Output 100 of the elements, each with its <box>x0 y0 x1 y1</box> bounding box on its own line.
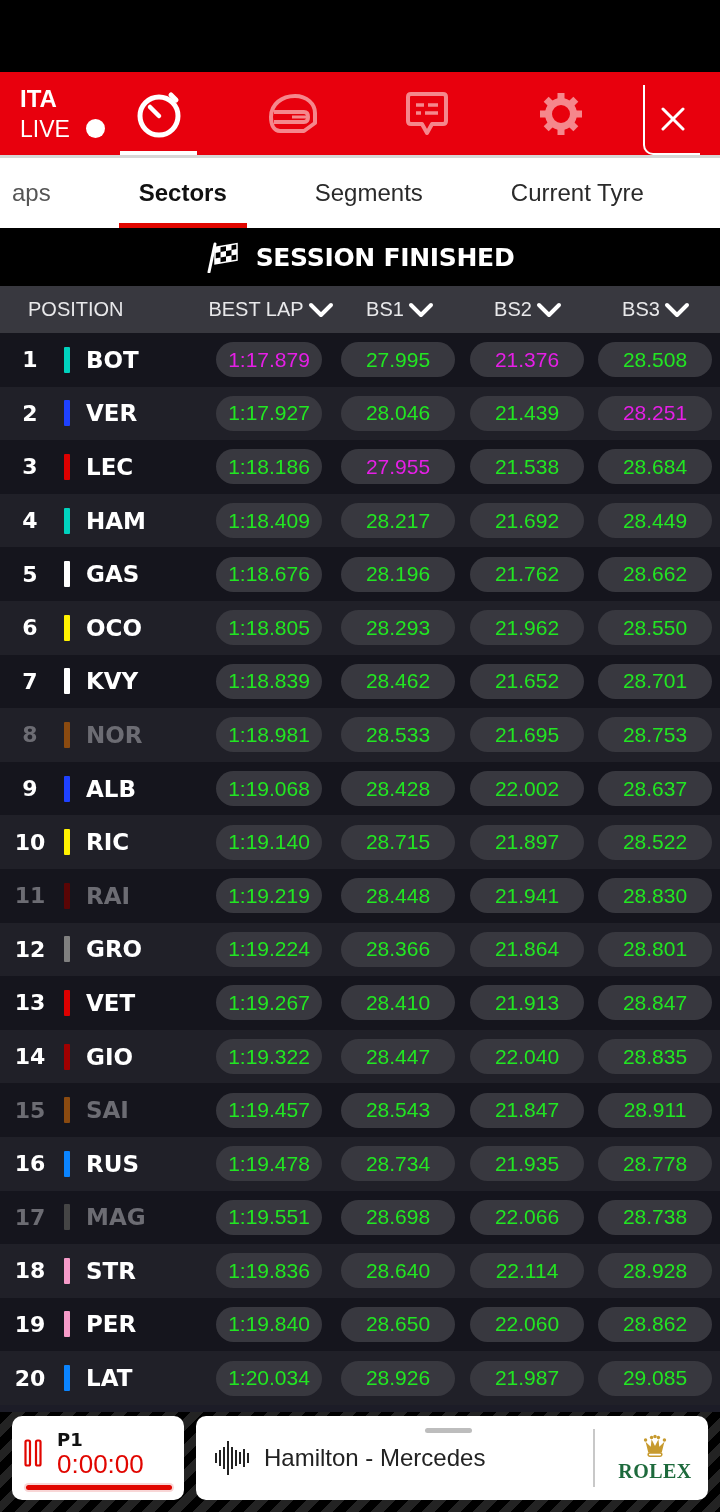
lap-time: 1:20.034 <box>216 1360 322 1396</box>
position-number: 17 <box>13 1204 47 1230</box>
position-number: 2 <box>21 400 39 426</box>
driver-code: RUS <box>86 1150 140 1177</box>
sector-time: 28.522 <box>598 824 712 860</box>
sector-time: 28.410 <box>341 985 455 1021</box>
drag-handle[interactable] <box>425 1427 472 1433</box>
sector-time: 27.955 <box>341 449 455 485</box>
sector-time: 28.847 <box>598 985 712 1021</box>
sector-time: 28.640 <box>341 1253 455 1289</box>
live-label: LIVE <box>20 115 70 142</box>
sector-time: 29.085 <box>598 1360 712 1396</box>
sponsor-wordmark: ROLEX <box>618 1461 692 1482</box>
driver-code: HAM <box>86 507 147 534</box>
sector-time: 28.835 <box>598 1039 712 1074</box>
chevron-down-icon <box>663 301 690 318</box>
driver-code: OCO <box>86 614 143 641</box>
sort-column-header[interactable]: BS2 <box>464 294 592 325</box>
lap-time: 1:19.457 <box>216 1092 322 1128</box>
position-number: 12 <box>13 936 47 962</box>
sort-column-header[interactable]: BEST LAP <box>206 294 336 325</box>
sector-time: 21.897 <box>470 824 584 860</box>
event-code: ITA <box>20 85 57 112</box>
lap-time: 1:19.322 <box>216 1039 322 1074</box>
position-number: 10 <box>13 829 47 855</box>
sector-time: 21.652 <box>470 663 584 699</box>
driver-code: KVY <box>86 668 140 695</box>
driver-code: VET <box>86 989 137 1016</box>
helmet-icon <box>267 92 318 135</box>
sector-time: 28.738 <box>598 1199 712 1235</box>
sector-time: 28.778 <box>598 1146 712 1182</box>
session-timer: 0:00:00 <box>57 1449 144 1478</box>
tab[interactable]: Current Tyre <box>490 158 664 228</box>
chevron-down-icon <box>307 301 334 318</box>
sector-time: 28.662 <box>598 556 712 592</box>
sector-time: 21.864 <box>470 931 584 967</box>
sector-time: 28.447 <box>341 1039 455 1074</box>
sector-time: 28.911 <box>598 1092 712 1128</box>
sector-time: 27.995 <box>341 342 455 378</box>
driver-code: PER <box>86 1311 138 1338</box>
driver-code: STR <box>86 1257 137 1284</box>
sort-column-header[interactable]: BS3 <box>592 294 720 325</box>
radio-caption: Hamilton - Mercedes <box>264 1443 487 1472</box>
lap-time: 1:19.840 <box>216 1307 322 1342</box>
driver-code: VER <box>86 400 139 427</box>
position-number: 16 <box>13 1151 47 1177</box>
position-number: 11 <box>13 883 47 909</box>
sector-time: 21.962 <box>470 610 584 646</box>
sector-time: 28.543 <box>341 1092 455 1128</box>
driver-code: SAI <box>86 1097 130 1124</box>
lap-time: 1:19.219 <box>216 878 322 914</box>
sector-time: 28.701 <box>598 663 712 699</box>
sector-time: 28.928 <box>598 1253 712 1289</box>
position-number: 13 <box>13 990 47 1016</box>
position-number: 20 <box>13 1365 47 1391</box>
driver-code: RAI <box>86 882 132 909</box>
sector-time: 21.847 <box>470 1092 584 1128</box>
sector-time: 28.830 <box>598 878 712 914</box>
sector-time: 28.715 <box>341 824 455 860</box>
sector-time: 21.376 <box>470 342 584 378</box>
sort-column-header[interactable]: BS1 <box>336 294 464 325</box>
pause-icon <box>24 1439 42 1468</box>
position-number: 8 <box>21 722 39 748</box>
lap-time: 1:19.140 <box>216 824 322 860</box>
sector-time: 28.698 <box>341 1199 455 1235</box>
lap-time: 1:19.267 <box>216 985 322 1021</box>
session-label: P1 <box>57 1428 83 1450</box>
sector-time: 21.935 <box>470 1146 584 1182</box>
lap-time: 1:18.409 <box>216 503 322 539</box>
tab[interactable]: Segments <box>294 158 443 228</box>
audio-waveform-icon <box>215 1440 249 1475</box>
lap-time: 1:18.981 <box>216 717 322 753</box>
sector-time: 28.046 <box>341 395 455 431</box>
lap-time: 1:18.186 <box>216 449 322 485</box>
driver-code: NOR <box>86 721 144 748</box>
sector-time: 28.550 <box>598 610 712 646</box>
lap-time: 1:19.068 <box>216 771 322 807</box>
sector-time: 28.650 <box>341 1307 455 1342</box>
driver-code: LEC <box>86 454 135 480</box>
driver-code: GRO <box>86 936 144 963</box>
driver-code: RIC <box>86 829 131 856</box>
lap-time: 1:17.879 <box>216 342 322 378</box>
sector-time: 21.987 <box>470 1360 584 1396</box>
driver-code: GAS <box>86 561 141 588</box>
sector-time: 28.449 <box>598 503 712 539</box>
lap-time: 1:18.805 <box>216 610 322 646</box>
sector-time: 28.366 <box>341 931 455 967</box>
sector-time: 22.060 <box>470 1307 584 1342</box>
sector-time: 28.684 <box>598 449 712 485</box>
sector-time: 28.533 <box>341 717 455 753</box>
sector-time: 28.196 <box>341 556 455 592</box>
tab[interactable]: aps <box>0 158 71 228</box>
sector-time: 22.040 <box>470 1039 584 1074</box>
chevron-down-icon <box>407 301 434 318</box>
sector-time: 28.217 <box>341 503 455 539</box>
position-number: 3 <box>21 454 39 480</box>
sector-time: 28.428 <box>341 771 455 807</box>
column-header: POSITION <box>27 298 125 321</box>
position-number: 9 <box>21 776 39 802</box>
sector-time: 28.862 <box>598 1307 712 1342</box>
